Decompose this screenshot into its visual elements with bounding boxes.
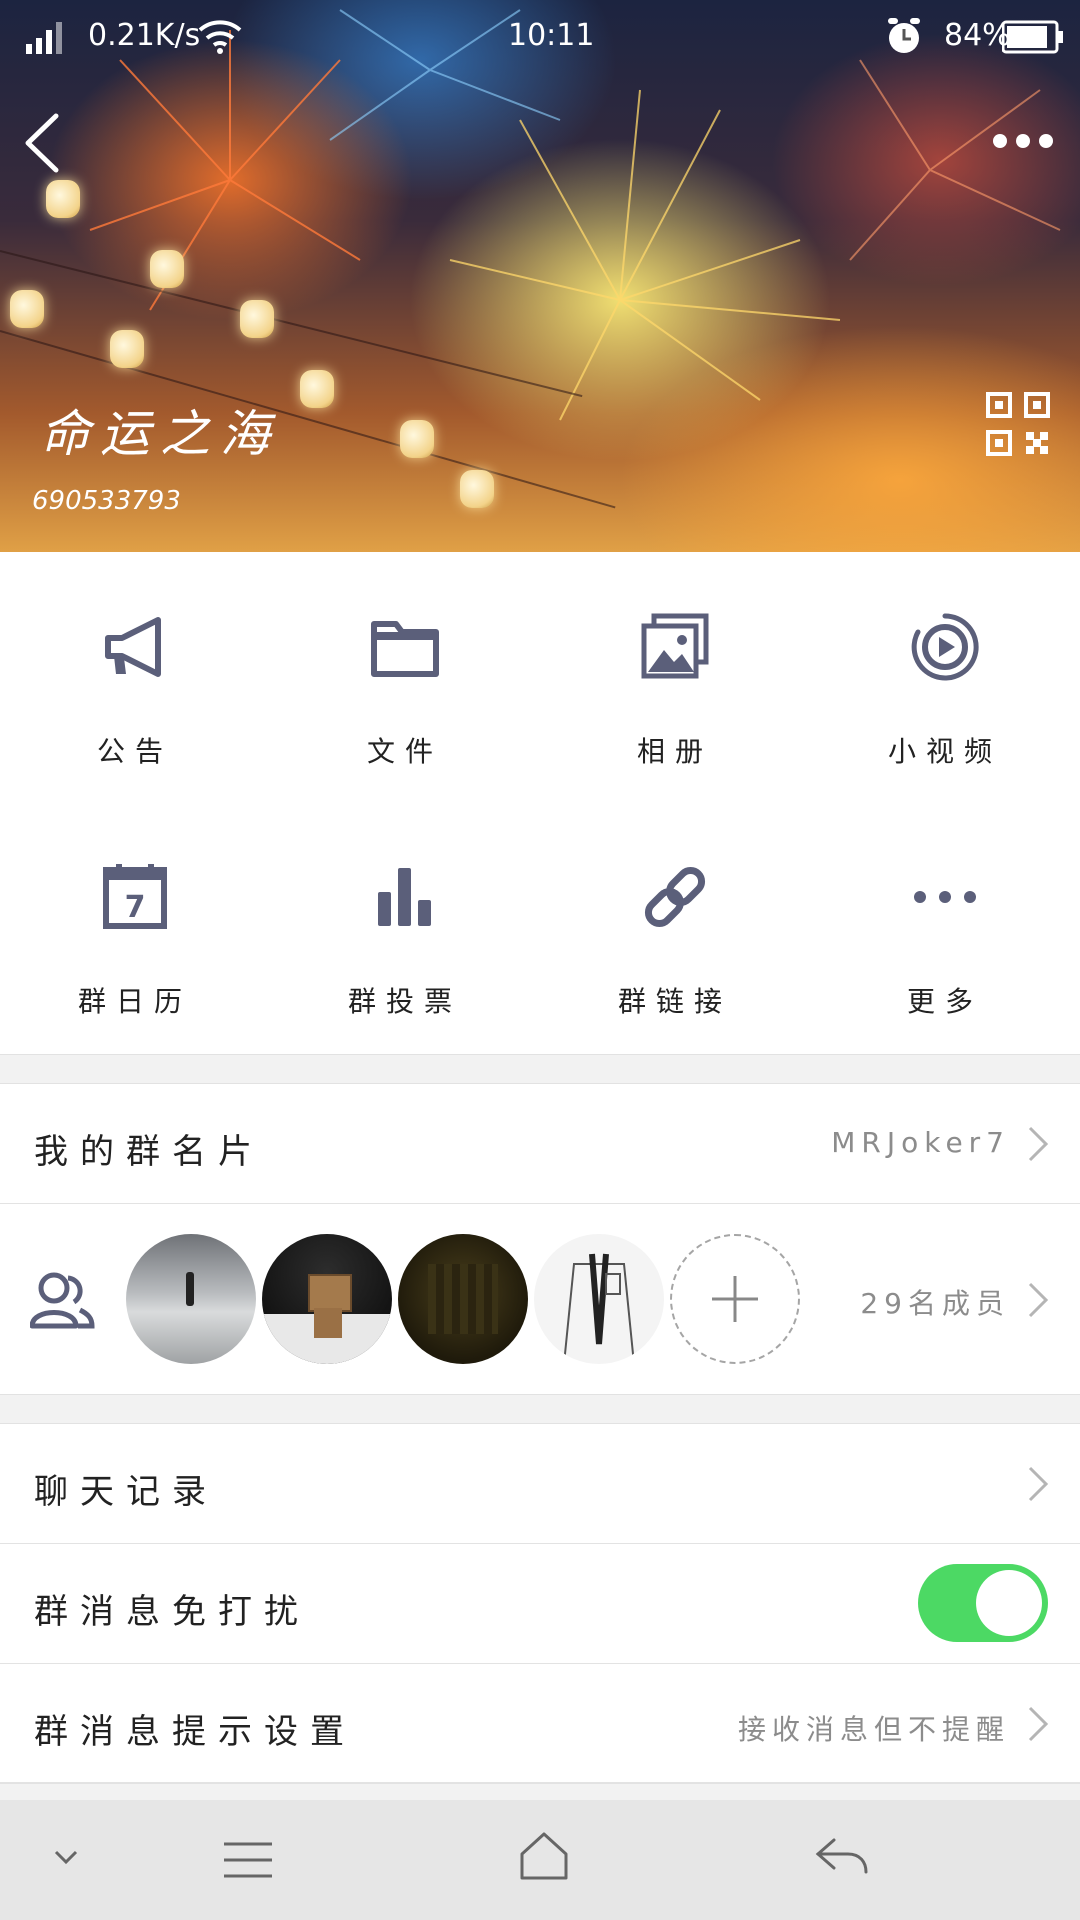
back-button[interactable] <box>18 110 64 180</box>
qr-code-button[interactable] <box>986 392 1050 460</box>
feature-files[interactable]: 文件 <box>270 552 540 802</box>
section-separator <box>0 1394 1080 1424</box>
menu-icon[interactable] <box>222 1840 274 1880</box>
feature-label: 群日历 <box>77 985 192 1018</box>
member-count: 29名成员 <box>860 1287 1010 1320</box>
chat-history-row[interactable]: 聊天记录 <box>0 1424 1080 1542</box>
system-nav-bar <box>0 1800 1080 1920</box>
feature-label: 群链接 <box>617 985 732 1018</box>
feature-short-video[interactable]: 小视频 <box>810 552 1080 802</box>
chat-history-label: 聊天记录 <box>34 1472 218 1512</box>
alarm-icon <box>888 18 920 53</box>
feature-label: 相册 <box>636 735 713 768</box>
more-dots-icon <box>993 134 1053 148</box>
more-options-button[interactable] <box>990 128 1056 158</box>
member-avatar[interactable] <box>126 1234 256 1364</box>
video-icon <box>911 613 979 681</box>
my-group-card-row[interactable]: 我的群名片 MRJoker7 <box>0 1084 1080 1202</box>
chevron-right-icon <box>1028 1126 1049 1162</box>
feature-announcement[interactable]: 公告 <box>0 552 270 802</box>
my-group-card-value: MRJoker7 <box>831 1126 1010 1159</box>
add-member-button[interactable] <box>670 1234 800 1364</box>
feature-link[interactable]: 群链接 <box>540 802 810 1052</box>
section-separator <box>0 1054 1080 1084</box>
battery-percentage: 84% <box>944 18 1011 53</box>
battery-icon <box>1002 20 1063 54</box>
feature-calendar[interactable]: 7 群日历 <box>0 802 270 1052</box>
mute-label: 群消息免打扰 <box>34 1592 310 1632</box>
home-icon[interactable] <box>518 1830 570 1882</box>
plus-icon <box>712 1276 758 1322</box>
back-arrow-icon <box>25 113 59 173</box>
feature-label: 文件 <box>366 735 443 768</box>
feature-more[interactable]: 更多 <box>810 802 1080 1052</box>
qr-code-icon <box>986 392 1050 456</box>
feature-grid: 公告 文件 相册 小视频 7 群日历 群投票 群链接 更多 <box>0 552 1080 1054</box>
chevron-down-icon[interactable] <box>52 1848 80 1866</box>
feature-album[interactable]: 相册 <box>540 552 810 802</box>
member-avatar[interactable] <box>398 1234 528 1364</box>
clock: 10:11 <box>508 18 595 53</box>
album-icon <box>641 613 709 679</box>
mute-toggle[interactable] <box>918 1564 1048 1642</box>
feature-label: 更多 <box>906 985 983 1018</box>
calendar-day: 7 <box>125 890 146 925</box>
signal-icon <box>26 22 62 54</box>
member-avatar[interactable] <box>262 1234 392 1364</box>
avatar-sketch <box>563 1253 635 1364</box>
back-nav-icon[interactable] <box>814 1836 870 1876</box>
poll-icon <box>378 868 431 926</box>
status-bar: 0.21K/s 10:11 84% <box>0 0 1080 72</box>
mute-row: 群消息免打扰 <box>0 1544 1080 1662</box>
members-icon <box>30 1272 95 1329</box>
chevron-right-icon <box>1028 1282 1049 1318</box>
calendar-icon: 7 <box>103 864 167 929</box>
chevron-right-icon <box>1028 1706 1049 1742</box>
feature-label: 群投票 <box>347 985 462 1018</box>
member-avatar[interactable] <box>534 1234 664 1364</box>
section-separator <box>0 1783 1080 1801</box>
notify-settings-value: 接收消息但不提醒 <box>737 1713 1010 1746</box>
group-id: 690533793 <box>32 486 181 516</box>
more-icon <box>914 891 976 903</box>
folder-icon <box>371 621 439 677</box>
group-cover-banner <box>0 0 1080 552</box>
feature-label: 公告 <box>96 735 173 768</box>
link-icon <box>644 866 706 928</box>
chevron-right-icon <box>1028 1466 1049 1502</box>
notify-settings-label: 群消息提示设置 <box>34 1712 356 1752</box>
network-speed: 0.21K/s <box>88 18 201 53</box>
feature-label: 小视频 <box>887 735 1002 768</box>
group-name: 命运之海 <box>40 405 280 463</box>
wifi-icon <box>198 20 242 54</box>
megaphone-icon <box>105 617 161 677</box>
feature-poll[interactable]: 群投票 <box>270 802 540 1052</box>
toggle-knob <box>976 1570 1042 1636</box>
notify-settings-row[interactable]: 群消息提示设置 接收消息但不提醒 <box>0 1664 1080 1782</box>
my-group-card-label: 我的群名片 <box>34 1132 264 1172</box>
